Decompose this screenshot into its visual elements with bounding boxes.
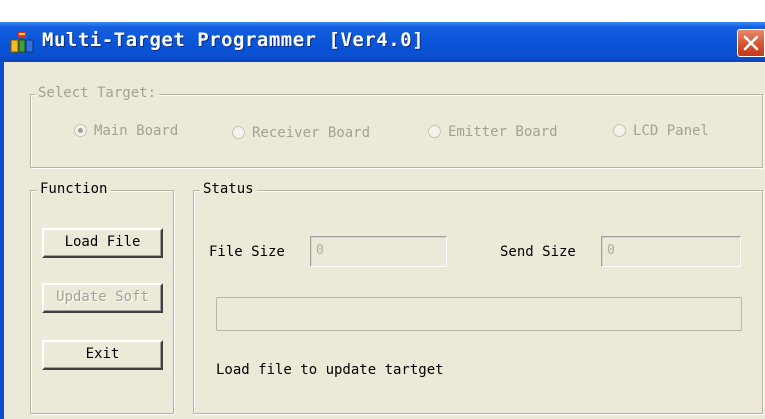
radio-indicator [428, 125, 441, 138]
function-legend: Function [37, 181, 111, 197]
app-icon [10, 32, 34, 54]
window-frame-left [0, 62, 4, 419]
file-size-label: File Size [209, 244, 285, 260]
radio-label: Receiver Board [252, 125, 371, 141]
radio-label: Emitter Board [448, 124, 558, 140]
send-size-label: Send Size [500, 244, 576, 260]
top-strip [0, 0, 765, 22]
exit-button[interactable]: Exit [42, 340, 163, 370]
file-size-field[interactable]: 0 [310, 236, 447, 267]
title-bar[interactable]: Multi-Target Programmer [Ver4.0] [0, 22, 765, 62]
app-window: Multi-Target Programmer [Ver4.0] Select … [0, 0, 765, 419]
load-file-button[interactable]: Load File [42, 228, 163, 258]
radio-indicator [613, 124, 626, 137]
radio-indicator [74, 124, 87, 137]
progress-bar [216, 297, 742, 331]
status-legend: Status [200, 181, 257, 197]
update-soft-button[interactable]: Update Soft [42, 283, 163, 313]
window-title: Multi-Target Programmer [Ver4.0] [42, 29, 425, 51]
radio-label: LCD Panel [633, 123, 709, 139]
select-target-legend: Select Target: [35, 85, 160, 101]
radio-label: Main Board [94, 123, 179, 139]
status-message: Load file to update tartget [216, 362, 444, 378]
radio-indicator [232, 126, 245, 139]
close-icon [743, 35, 759, 51]
close-button[interactable] [737, 29, 765, 57]
send-size-field[interactable]: 0 [601, 236, 741, 267]
